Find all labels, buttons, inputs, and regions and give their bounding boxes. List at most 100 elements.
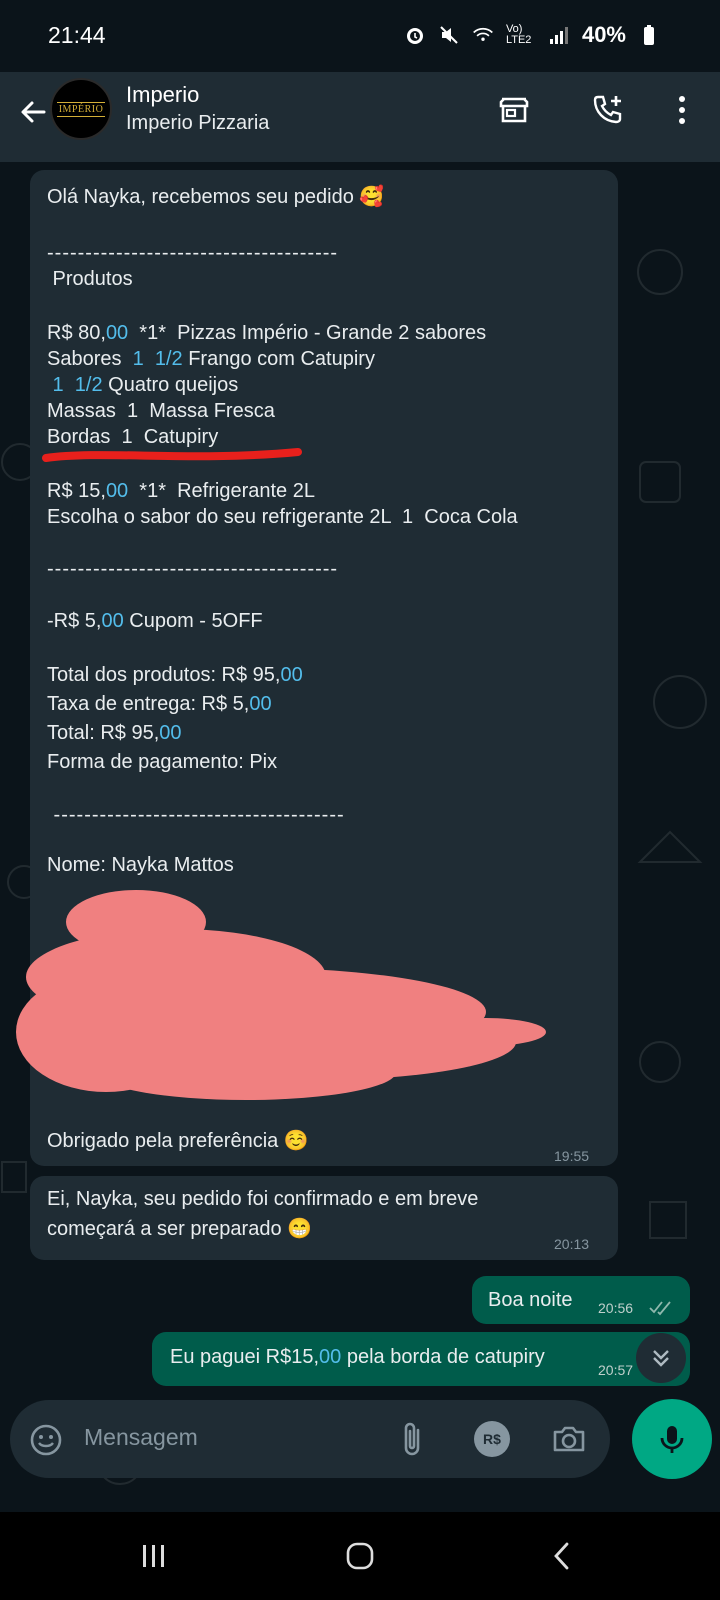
confirmation-line-2: começará a ser preparado 😁 xyxy=(47,1218,313,1240)
payment-cents-link[interactable]: 00 xyxy=(319,1346,341,1368)
confirmation-message-bubble[interactable]: Ei, Nayka, seu pedido foi confirmado e e… xyxy=(30,1176,618,1260)
double-check-icon xyxy=(649,1301,671,1316)
outgoing-message-text: Eu paguei R$15,00 pela borda de catupiry xyxy=(170,1344,545,1370)
flavor2-line: 1 1/2 Quatro queijos xyxy=(47,372,239,398)
avatar[interactable]: IMPÉRIO xyxy=(50,78,112,140)
total-products-line: Total dos produtos: R$ 95,00 xyxy=(47,662,303,688)
total-products-label: Total dos produtos: R$ 95, xyxy=(47,664,281,686)
chat-area[interactable]: Olá Nayka, recebemos seu pedido 🥰 ------… xyxy=(0,162,720,1512)
payment-reason-text: pela borda de catupiry xyxy=(341,1346,545,1368)
emoji-icon xyxy=(30,1424,62,1456)
add-call-button[interactable] xyxy=(588,90,628,130)
flavors-label: Sabores xyxy=(47,348,133,370)
divider-line: -------------------------------------- xyxy=(47,242,339,264)
payment-button[interactable]: R$ xyxy=(474,1421,510,1457)
status-time: 21:44 xyxy=(48,22,106,48)
signal-icon xyxy=(548,24,570,46)
home-button[interactable] xyxy=(330,1534,390,1578)
coupon-code: Cupom - 5OFF xyxy=(123,610,263,632)
home-icon xyxy=(346,1542,374,1570)
item1-description: *1* Pizzas Império - Grande 2 sabores xyxy=(128,322,487,344)
total-products-cents-link[interactable]: 00 xyxy=(280,664,302,686)
contact-subtitle[interactable]: Imperio Pizzaria xyxy=(126,112,269,135)
camera-button[interactable] xyxy=(550,1420,588,1458)
currency-icon: R$ xyxy=(483,1431,501,1447)
chevron-left-icon xyxy=(554,1542,569,1570)
outgoing-message-text: Boa noite xyxy=(488,1289,573,1311)
battery-icon xyxy=(638,24,660,46)
message-timestamp: 20:56 xyxy=(598,1300,634,1316)
payment-amount-text: Eu paguei R$15, xyxy=(170,1346,320,1368)
back-button[interactable] xyxy=(14,92,54,132)
thanks-line: Obrigado pela preferência ☺️ xyxy=(47,1130,309,1152)
confirmation-line-1: Ei, Nayka, seu pedido foi confirmado e e… xyxy=(47,1188,479,1210)
message-timestamp: 19:55 xyxy=(554,1148,590,1164)
chat-header: IMPÉRIO Imperio Imperio Pizzaria xyxy=(0,72,720,162)
flavor2-fraction-link[interactable]: 1 1/2 xyxy=(47,374,103,396)
greeting-text: Olá Nayka, recebemos seu pedido 🥰 xyxy=(47,186,385,208)
recent-apps-icon xyxy=(143,1545,164,1567)
soda-choice-line: Escolha o sabor do seu refrigerante 2L 1… xyxy=(47,506,518,528)
flavor2-name: Quatro queijos xyxy=(102,374,239,396)
message-composer: Mensagem R$ xyxy=(10,1400,610,1478)
outgoing-message-bubble[interactable]: Boa noite 20:56 xyxy=(472,1276,690,1324)
coupon-cents-link[interactable]: 00 xyxy=(101,610,123,632)
item2-line: R$ 15,00 *1* Refrigerante 2L xyxy=(47,478,315,504)
item1-line: R$ 80,00 *1* Pizzas Império - Grande 2 s… xyxy=(47,320,486,346)
divider-line: -------------------------------------- xyxy=(47,558,339,580)
recent-apps-button[interactable] xyxy=(124,1534,184,1578)
outgoing-message-bubble[interactable]: Eu paguei R$15,00 pela borda de catupiry… xyxy=(152,1332,690,1386)
battery-percent: 40% xyxy=(581,22,626,47)
delivery-fee-cents-link[interactable]: 00 xyxy=(249,693,271,715)
item1-price: R$ 80, xyxy=(47,322,106,344)
microphone-icon xyxy=(660,1426,684,1453)
arrow-left-icon xyxy=(21,101,46,123)
item2-cents-link[interactable]: 00 xyxy=(106,480,128,502)
attach-button[interactable] xyxy=(396,1420,428,1460)
item2-price: R$ 15, xyxy=(47,480,106,502)
message-timestamp: 20:57 xyxy=(598,1362,634,1378)
item1-cents-link[interactable]: 00 xyxy=(106,322,128,344)
message-timestamp: 20:13 xyxy=(554,1236,590,1252)
payment-line: Forma de pagamento: Pix xyxy=(47,751,278,773)
back-nav-button[interactable] xyxy=(532,1534,592,1578)
voice-message-button[interactable] xyxy=(632,1399,712,1479)
total-label: Total: R$ 95, xyxy=(47,722,160,744)
coupon-line: -R$ 5,00 Cupom - 5OFF xyxy=(47,608,263,634)
coupon-amount: -R$ 5, xyxy=(47,610,102,632)
more-options-button[interactable] xyxy=(662,90,702,130)
store-icon xyxy=(499,97,529,123)
system-navigation-bar xyxy=(0,1512,720,1600)
store-button[interactable] xyxy=(494,90,534,130)
network-label: Vo) LTE2 xyxy=(505,23,532,46)
delivery-fee-label: Taxa de entrega: R$ 5, xyxy=(47,693,250,715)
more-vert-icon xyxy=(679,96,685,124)
emoji-button[interactable] xyxy=(28,1422,64,1458)
flavors-line: Sabores 1 1/2 Frango com Catupiry xyxy=(47,346,375,372)
flavor1-name: Frango com Catupiry xyxy=(182,348,375,370)
alarm-icon xyxy=(404,24,426,46)
status-icons: Vo) LTE2 40% xyxy=(404,22,660,48)
redaction-scribble xyxy=(16,890,546,1100)
dough-line: Massas 1 Massa Fresca xyxy=(47,400,275,422)
divider-line: -------------------------------------- xyxy=(47,804,345,826)
message-input[interactable]: Mensagem xyxy=(84,1424,198,1451)
status-bar: 21:44 Vo) LTE2 40% xyxy=(0,0,720,72)
wifi-icon xyxy=(472,24,494,46)
total-line: Total: R$ 95,00 xyxy=(47,720,182,746)
total-cents-link[interactable]: 00 xyxy=(159,722,181,744)
double-chevron-down-icon xyxy=(653,1350,669,1367)
order-message-bubble[interactable]: Olá Nayka, recebemos seu pedido 🥰 ------… xyxy=(16,170,618,1166)
customer-name-line: Nome: Nayka Mattos xyxy=(47,854,234,876)
avatar-logo-text: IMPÉRIO xyxy=(56,101,106,117)
products-heading: Produtos xyxy=(47,268,133,290)
contact-name[interactable]: Imperio xyxy=(126,82,199,108)
mute-icon xyxy=(438,24,460,46)
flavor1-fraction-link[interactable]: 1 1/2 xyxy=(133,348,183,370)
paperclip-icon xyxy=(404,1422,420,1456)
camera-icon xyxy=(553,1426,585,1452)
delivery-fee-line: Taxa de entrega: R$ 5,00 xyxy=(47,691,272,717)
red-underline-annotation xyxy=(42,448,302,462)
scroll-to-bottom-button[interactable] xyxy=(636,1333,686,1383)
item2-description: *1* Refrigerante 2L xyxy=(128,480,315,502)
